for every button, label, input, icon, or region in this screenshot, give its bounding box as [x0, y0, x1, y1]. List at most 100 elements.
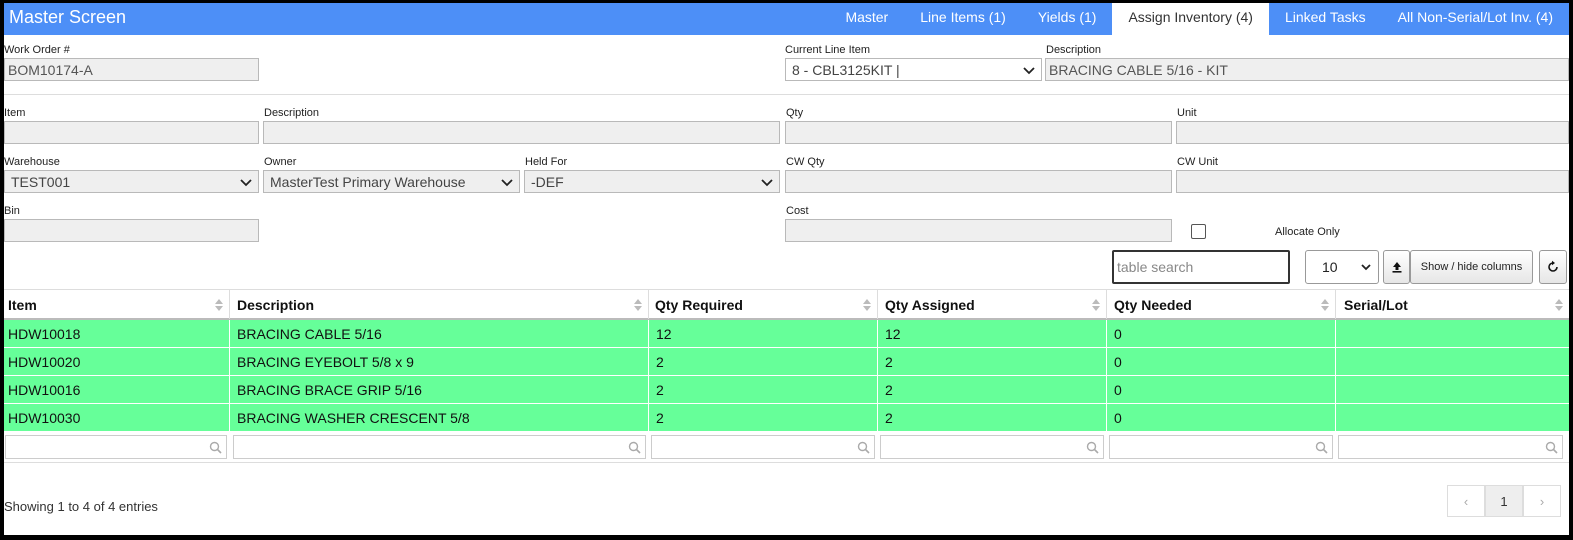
allocate-only-label: Allocate Only: [1275, 226, 1340, 238]
column-header-serial-lot[interactable]: Serial/Lot: [1336, 290, 1569, 319]
cell-item: HDW10016: [4, 376, 230, 404]
chevron-down-icon: [240, 179, 252, 187]
column-filter-row: [4, 431, 1569, 463]
prev-page-button[interactable]: ‹: [1447, 485, 1485, 517]
table-row[interactable]: HDW10030 BRACING WASHER CRESCENT 5/8 2 2…: [4, 404, 1569, 432]
held-for-select[interactable]: -DEF: [524, 170, 780, 193]
allocate-only-checkbox[interactable]: [1191, 224, 1206, 239]
filter-serial-lot-input[interactable]: [1338, 435, 1563, 459]
current-line-item-select[interactable]: 8 - CBL3125KIT |: [785, 58, 1042, 81]
cell-qty-assigned: 2: [878, 348, 1107, 376]
tab-all-non-serial-lot-inv[interactable]: All Non-Serial/Lot Inv. (4): [1382, 3, 1569, 35]
cell-qty-assigned: 2: [878, 404, 1107, 432]
table-search-input[interactable]: table search: [1112, 250, 1290, 284]
filter-qty-needed-input[interactable]: [1109, 435, 1333, 459]
column-header-label: Qty Required: [655, 297, 743, 313]
table-row[interactable]: HDW10018 BRACING CABLE 5/16 12 12 0: [4, 320, 1569, 348]
page-1-button[interactable]: 1: [1485, 485, 1523, 517]
cell-serial-lot: [1336, 376, 1569, 404]
warehouse-select[interactable]: TEST001: [4, 170, 259, 193]
qty-label: Qty: [786, 107, 804, 119]
search-icon: [1545, 441, 1558, 454]
tab-line-items[interactable]: Line Items (1): [904, 3, 1022, 35]
cw-unit-field[interactable]: [1176, 170, 1569, 193]
cell-serial-lot: [1336, 404, 1569, 432]
column-header-label: Description: [237, 297, 315, 313]
owner-select[interactable]: MasterTest Primary Warehouse: [263, 170, 520, 193]
cell-serial-lot: [1336, 320, 1569, 348]
unit-field[interactable]: [1176, 121, 1569, 144]
column-header-label: Qty Assigned: [885, 297, 975, 313]
app-window: Master Screen Master Line Items (1) Yiel…: [4, 3, 1569, 535]
cost-field[interactable]: [785, 219, 1172, 242]
cell-item: HDW10030: [4, 404, 230, 432]
tab-yields[interactable]: Yields (1): [1022, 3, 1113, 35]
app-title: Master Screen: [9, 7, 127, 27]
pagination: ‹ 1 ›: [1447, 485, 1561, 517]
held-for-value: -DEF: [531, 174, 564, 190]
work-order-field[interactable]: BOM10174-A: [4, 58, 259, 81]
export-button[interactable]: [1383, 250, 1410, 284]
sort-icon: [863, 299, 871, 311]
column-header-item[interactable]: Item: [4, 290, 230, 319]
cell-description: BRACING BRACE GRIP 5/16: [230, 376, 649, 404]
description-field[interactable]: [263, 121, 780, 144]
refresh-icon: [1548, 260, 1558, 272]
search-icon: [628, 441, 641, 454]
table-row[interactable]: HDW10016 BRACING BRACE GRIP 5/16 2 2 0: [4, 376, 1569, 404]
cell-qty-needed: 0: [1107, 404, 1336, 432]
cell-qty-assigned: 2: [878, 376, 1107, 404]
line-description-field[interactable]: BRACING CABLE 5/16 - KIT: [1045, 58, 1569, 81]
next-page-button[interactable]: ›: [1523, 485, 1561, 517]
tab-assign-inventory[interactable]: Assign Inventory (4): [1112, 3, 1269, 35]
filter-qty-required-input[interactable]: [651, 435, 875, 459]
bin-field[interactable]: [4, 219, 259, 242]
table-row[interactable]: HDW10020 BRACING EYEBOLT 5/8 x 9 2 2 0: [4, 348, 1569, 376]
column-header-qty-needed[interactable]: Qty Needed: [1107, 290, 1336, 319]
cell-item: HDW10020: [4, 348, 230, 376]
column-header-description[interactable]: Description: [230, 290, 649, 319]
column-header-qty-required[interactable]: Qty Required: [649, 290, 878, 319]
cell-description: BRACING CABLE 5/16: [230, 320, 649, 348]
cw-unit-label: CW Unit: [1177, 156, 1218, 168]
item-field[interactable]: [4, 121, 259, 144]
cell-qty-required: 2: [649, 376, 878, 404]
cell-qty-required: 12: [649, 320, 878, 348]
cw-qty-label: CW Qty: [786, 156, 825, 168]
sort-icon: [215, 299, 223, 311]
show-hide-columns-button[interactable]: Show / hide columns: [1410, 250, 1533, 284]
column-header-label: Item: [8, 297, 37, 313]
cw-qty-field[interactable]: [785, 170, 1172, 193]
line-description-label: Description: [1046, 44, 1102, 56]
cost-label: Cost: [786, 205, 809, 217]
reset-button[interactable]: [1539, 250, 1567, 284]
sort-icon: [1092, 299, 1100, 311]
filter-description-input[interactable]: [233, 435, 646, 459]
page-length-select[interactable]: 10: [1305, 250, 1379, 284]
cell-item: HDW10018: [4, 320, 230, 348]
sort-icon: [1555, 299, 1563, 311]
column-header-label: Qty Needed: [1114, 297, 1192, 313]
table-info: Showing 1 to 4 of 4 entries: [4, 499, 158, 514]
tab-master[interactable]: Master: [829, 3, 904, 35]
divider: [4, 94, 1569, 95]
table-header: Item Description Qty Required Qty Assign…: [4, 289, 1569, 320]
qty-field[interactable]: [785, 121, 1172, 144]
search-icon: [209, 441, 222, 454]
column-header-label: Serial/Lot: [1344, 297, 1408, 313]
owner-value: MasterTest Primary Warehouse: [270, 174, 466, 190]
chevron-down-icon: [501, 179, 513, 187]
filter-qty-assigned-input[interactable]: [880, 435, 1104, 459]
chevron-down-icon: [1361, 264, 1371, 271]
item-label: Item: [4, 107, 26, 119]
warehouse-value: TEST001: [11, 174, 71, 190]
tab-bar: Master Line Items (1) Yields (1) Assign …: [829, 3, 1569, 35]
column-header-qty-assigned[interactable]: Qty Assigned: [878, 290, 1107, 319]
cell-qty-required: 2: [649, 404, 878, 432]
tab-linked-tasks[interactable]: Linked Tasks: [1269, 3, 1382, 35]
cell-description: BRACING WASHER CRESCENT 5/8: [230, 404, 649, 432]
search-icon: [1315, 441, 1328, 454]
filter-item-input[interactable]: [5, 435, 227, 459]
unit-label: Unit: [1177, 107, 1197, 119]
cell-qty-needed: 0: [1107, 376, 1336, 404]
